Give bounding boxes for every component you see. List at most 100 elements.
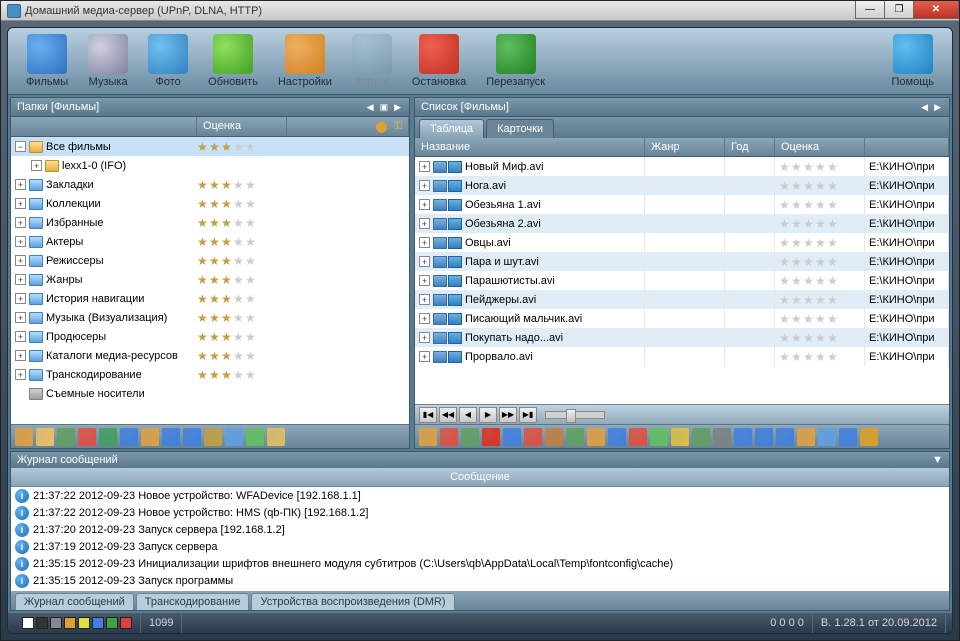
star-icon[interactable]: ★	[209, 141, 221, 153]
toolbar-icon[interactable]	[440, 428, 458, 446]
star-icon[interactable]: ★	[221, 255, 233, 267]
star-icon[interactable]: ★	[221, 217, 233, 229]
tab-cards[interactable]: Карточки	[486, 119, 554, 138]
color-white[interactable]	[22, 617, 34, 629]
star-icon[interactable]: ★	[233, 179, 245, 191]
nav-right-icon[interactable]: ▶	[392, 102, 403, 113]
color-gray[interactable]	[50, 617, 62, 629]
star-icon[interactable]: ★	[233, 198, 245, 210]
expander-icon[interactable]: +	[419, 332, 430, 343]
star-icon[interactable]: ★	[827, 313, 839, 325]
star-icon[interactable]: ★	[197, 312, 209, 324]
log-row[interactable]: i21:35:15 2012-09-23 Инициализации шрифт…	[11, 555, 949, 572]
star-icon[interactable]: ★	[803, 313, 815, 325]
toolbar-icon[interactable]	[734, 428, 752, 446]
expander-icon[interactable]: +	[15, 179, 26, 190]
star-icon[interactable]: ★	[815, 237, 827, 249]
tree-row[interactable]: +Продюсеры★★★★★	[11, 327, 409, 346]
toolbar-icon[interactable]	[141, 428, 159, 446]
log-body[interactable]: i21:37:22 2012-09-23 Новое устройство: W…	[11, 487, 949, 591]
expander-icon[interactable]: +	[419, 275, 430, 286]
pb-next-icon[interactable]: ▶	[479, 407, 497, 423]
help-button[interactable]: Помощь	[884, 32, 943, 90]
star-icon[interactable]: ★	[245, 293, 257, 305]
star-icon[interactable]: ★	[779, 180, 791, 192]
key-icon[interactable]: ⚿	[394, 120, 402, 133]
color-blue[interactable]	[92, 617, 104, 629]
toolbar-icon[interactable]	[776, 428, 794, 446]
star-icon[interactable]: ★	[779, 351, 791, 363]
color-yellow[interactable]	[78, 617, 90, 629]
star-icon[interactable]: ★	[827, 294, 839, 306]
lock-icon[interactable]: ⬤	[375, 120, 387, 133]
music-button[interactable]: Музыка	[80, 32, 136, 90]
toolbar-icon[interactable]	[99, 428, 117, 446]
star-icon[interactable]: ★	[233, 236, 245, 248]
star-icon[interactable]: ★	[245, 369, 257, 381]
star-icon[interactable]: ★	[779, 199, 791, 211]
toolbar-icon[interactable]	[713, 428, 731, 446]
star-icon[interactable]: ★	[209, 274, 221, 286]
toolbar-icon[interactable]	[503, 428, 521, 446]
toolbar-icon[interactable]	[524, 428, 542, 446]
star-icon[interactable]: ★	[209, 255, 221, 267]
star-icon[interactable]: ★	[791, 332, 803, 344]
films-button[interactable]: Фильмы	[18, 32, 76, 90]
star-icon[interactable]: ★	[209, 331, 221, 343]
star-icon[interactable]: ★	[791, 351, 803, 363]
tree-row[interactable]: +Закладки★★★★★	[11, 175, 409, 194]
star-icon[interactable]: ★	[197, 350, 209, 362]
expander-icon[interactable]: +	[15, 293, 26, 304]
star-icon[interactable]: ★	[221, 274, 233, 286]
toolbar-icon[interactable]	[545, 428, 563, 446]
star-icon[interactable]: ★	[779, 294, 791, 306]
star-icon[interactable]: ★	[209, 350, 221, 362]
star-icon[interactable]: ★	[209, 312, 221, 324]
star-icon[interactable]: ★	[815, 256, 827, 268]
expander-icon[interactable]: +	[31, 160, 42, 171]
star-icon[interactable]: ★	[245, 255, 257, 267]
star-icon[interactable]: ★	[815, 180, 827, 192]
tree-row[interactable]: +Актеры★★★★★	[11, 232, 409, 251]
toolbar-icon[interactable]	[461, 428, 479, 446]
col-rating[interactable]: Оценка	[197, 117, 287, 136]
star-icon[interactable]: ★	[245, 217, 257, 229]
star-icon[interactable]: ★	[791, 180, 803, 192]
toolbar-icon[interactable]	[608, 428, 626, 446]
star-icon[interactable]: ★	[803, 256, 815, 268]
star-icon[interactable]: ★	[209, 369, 221, 381]
star-icon[interactable]: ★	[233, 141, 245, 153]
star-icon[interactable]: ★	[209, 217, 221, 229]
toolbar-icon[interactable]	[267, 428, 285, 446]
toolbar-icon[interactable]	[204, 428, 222, 446]
folder-tree[interactable]: −Все фильмы★★★★★+lexx1-0 (IFO)+Закладки★…	[11, 137, 409, 424]
color-red[interactable]	[120, 617, 132, 629]
expander-icon[interactable]: +	[419, 313, 430, 324]
toolbar-icon[interactable]	[36, 428, 54, 446]
nav-left-icon[interactable]: ◀	[365, 102, 376, 113]
star-icon[interactable]: ★	[221, 198, 233, 210]
toolbar-icon[interactable]	[671, 428, 689, 446]
nav-right-icon[interactable]: ▶	[932, 102, 943, 113]
star-icon[interactable]: ★	[233, 369, 245, 381]
tree-row[interactable]: +История навигации★★★★★	[11, 289, 409, 308]
star-icon[interactable]: ★	[197, 293, 209, 305]
toolbar-icon[interactable]	[183, 428, 201, 446]
toolbar-icon[interactable]	[755, 428, 773, 446]
file-list[interactable]: +Новый Миф.avi★★★★★E:\КИНО\при+Нога.avi★…	[415, 157, 949, 404]
expander-icon[interactable]: +	[419, 294, 430, 305]
toolbar-icon[interactable]	[650, 428, 668, 446]
toolbar-icon[interactable]	[120, 428, 138, 446]
star-icon[interactable]: ★	[827, 256, 839, 268]
star-icon[interactable]: ★	[803, 180, 815, 192]
list-row[interactable]: +Обезьяна 2.avi★★★★★E:\КИНО\при	[415, 214, 949, 233]
settings-button[interactable]: Настройки	[270, 32, 340, 90]
pb-last-icon[interactable]: ▶▮	[519, 407, 537, 423]
expander-icon[interactable]: +	[15, 236, 26, 247]
star-icon[interactable]: ★	[245, 350, 257, 362]
star-icon[interactable]: ★	[245, 331, 257, 343]
list-row[interactable]: +Парашютисты.avi★★★★★E:\КИНО\при	[415, 271, 949, 290]
star-icon[interactable]: ★	[779, 237, 791, 249]
toolbar-icon[interactable]	[419, 428, 437, 446]
star-icon[interactable]: ★	[245, 236, 257, 248]
